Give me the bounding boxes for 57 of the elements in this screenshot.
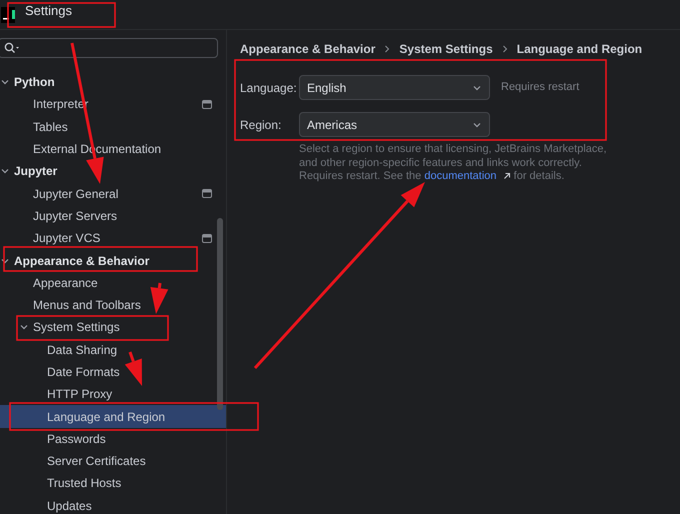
tree-item[interactable]: Language and Region (0, 405, 226, 428)
tree-item-label: HTTP Proxy (47, 386, 112, 404)
chevron-down-icon (472, 120, 482, 128)
tree-item-label: Jupyter (14, 163, 58, 180)
tree-item-label: Trusted Hosts (47, 475, 122, 492)
breadcrumb-item[interactable]: Language and Region (516, 40, 642, 58)
window-title: Settings (25, 2, 72, 20)
dropdown[interactable]: Americas (299, 112, 490, 137)
scrollbar[interactable] (217, 218, 223, 410)
tree-item[interactable]: Data Sharing (0, 338, 226, 361)
tree-item-label: Date Formats (47, 364, 120, 381)
tree-item[interactable]: HTTP Proxy (0, 383, 226, 406)
tree-item-label: Server Certificates (47, 453, 146, 470)
tree-item[interactable]: Jupyter Servers (0, 204, 226, 228)
help-text: Select a region to ensure that licensing, JetBrains Marketplace, and other region-specific features and links work correctly. Requires restart. See the documentation for details. (299, 143, 608, 184)
chevron-right-icon (384, 45, 390, 53)
tree-item[interactable]: Menus and Toolbars (0, 294, 226, 316)
tree-item[interactable]: Jupyter General (0, 182, 226, 205)
tree-item-label: Passwords (47, 430, 106, 448)
search-icon (4, 42, 20, 54)
chevron-down-icon (472, 84, 482, 92)
restart-note: Requires restart (501, 80, 580, 96)
tree-item[interactable]: Tables (0, 116, 226, 138)
tree-item[interactable]: Server Certificates (0, 450, 226, 472)
tree-item-label: Jupyter General (33, 186, 118, 203)
documentation-link[interactable]: documentation (424, 170, 511, 182)
tree-item[interactable]: Trusted Hosts (0, 472, 226, 495)
tree-item[interactable]: Appearance & Behavior (0, 249, 226, 272)
annotation-arrow (150, 282, 168, 314)
breadcrumb-item[interactable]: System Settings (399, 40, 493, 58)
tree-item-label: Language and Region (47, 408, 166, 426)
tree-item[interactable]: Jupyter (0, 160, 226, 182)
tree-item-label: Jupyter VCS (33, 230, 100, 248)
tree-item-label: Appearance (33, 274, 98, 292)
annotation-arrow (124, 352, 142, 386)
chevron-right-icon (502, 45, 508, 53)
tree-item[interactable]: Date Formats (0, 360, 226, 384)
dropdown[interactable]: English (299, 75, 490, 100)
tree-item[interactable]: Appearance (0, 272, 226, 294)
tree-item-label: Tables (33, 118, 68, 136)
tree-item[interactable]: Python (0, 71, 226, 94)
search-field[interactable] (0, 38, 218, 58)
tree-item-label: Menus and Toolbars (33, 297, 141, 314)
tree-item-label: System Settings (33, 319, 120, 336)
tree-item-label: Data Sharing (47, 342, 118, 359)
tree-item[interactable]: Passwords (0, 428, 226, 450)
tree-item-label: Jupyter Servers (33, 208, 118, 225)
tree-item-label: Appearance & Behavior (14, 252, 150, 270)
field-label: Region: (240, 116, 282, 134)
tree-item-label: Python (14, 74, 55, 92)
tree-item[interactable]: Updates (0, 494, 226, 514)
tree-item[interactable]: System Settings (0, 316, 226, 339)
breadcrumb-item[interactable]: Appearance & Behavior (240, 40, 376, 58)
external-link-icon (502, 172, 511, 180)
tree-item[interactable]: Jupyter VCS (0, 227, 226, 250)
field-label: Language: (240, 80, 298, 96)
tree-item-label: Updates (47, 498, 92, 514)
